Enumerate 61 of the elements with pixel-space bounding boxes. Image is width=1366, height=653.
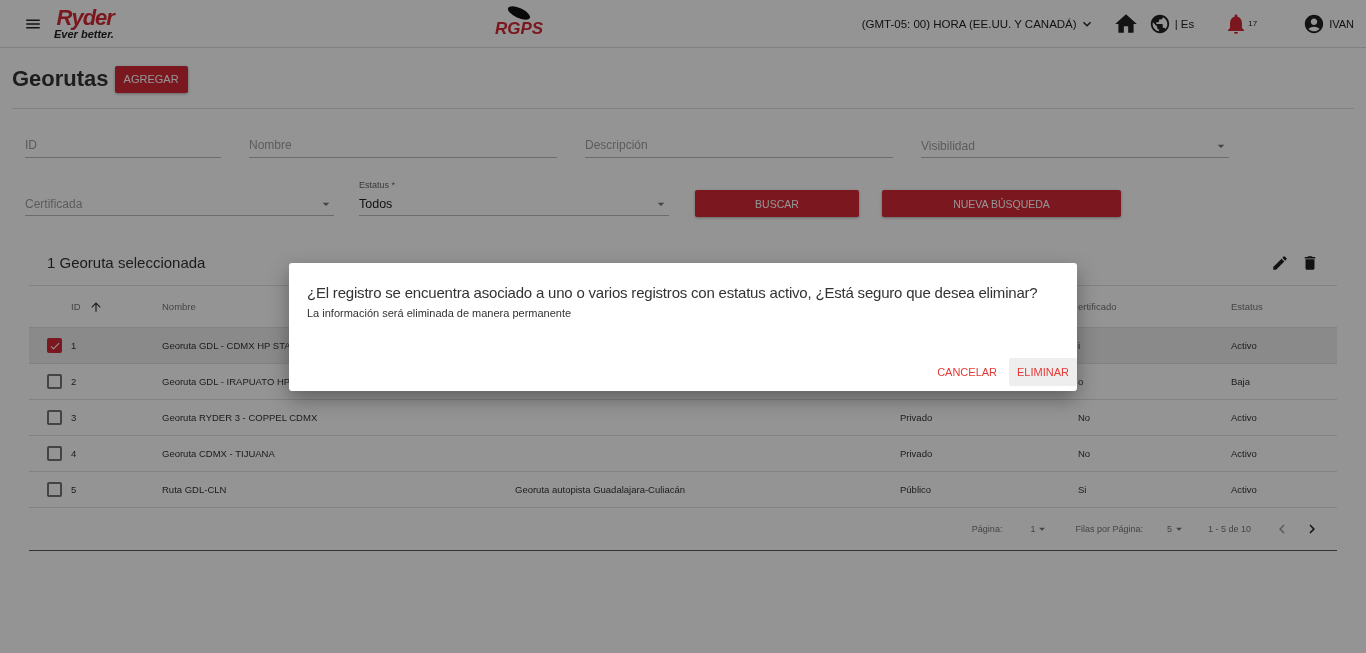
table-cell: Activo <box>1231 412 1257 423</box>
search-button[interactable]: BUSCAR <box>695 190 859 217</box>
certified-select[interactable]: Certificada <box>25 192 334 216</box>
visibility-select[interactable]: Visibilidad <box>921 137 1229 158</box>
dialog-message: La información será eliminada de manera permanente <box>307 307 573 319</box>
row-checkbox[interactable] <box>47 446 62 461</box>
table-cell: Baja <box>1231 376 1250 387</box>
table-cell: 5 <box>71 484 77 495</box>
table-cell: Ruta GDL-CLN <box>162 484 227 495</box>
new-search-button[interactable]: NUEVA BÚSQUEDA <box>882 190 1121 217</box>
page-title: Georutas <box>12 66 109 92</box>
input-field[interactable]: Descripción <box>585 137 893 158</box>
selection-count: 1 Georuta seleccionada <box>47 254 206 271</box>
rows-label: Filas por Página: <box>1075 524 1143 534</box>
range-label: 1 - 5 de 10 <box>1207 524 1251 534</box>
table-cell: 2 <box>71 376 77 387</box>
row-checkbox[interactable] <box>47 374 62 389</box>
row-checkbox[interactable] <box>47 482 62 497</box>
table-cell: Si <box>1078 484 1087 495</box>
table-cell: Georuta GDL - CDMX HP STA <box>162 340 291 351</box>
row-checkbox[interactable] <box>47 338 62 353</box>
page-label: Página: <box>971 524 1003 534</box>
table-cell: Privado <box>900 412 933 423</box>
column-header[interactable]: ID <box>71 301 81 312</box>
table-cell: 4 <box>71 448 77 459</box>
page-select[interactable]: 1 <box>1030 522 1050 536</box>
delete-button[interactable]: ELIMINAR <box>1009 358 1077 386</box>
table-cell: Georuta GDL - IRAPUATO HP <box>162 376 291 387</box>
table-cell: Público <box>900 484 932 495</box>
table-cell: Georuta CDMX - TIJUANA <box>162 448 275 459</box>
table-cell: o <box>1078 376 1084 387</box>
language-label: | Es <box>1174 17 1195 30</box>
timezone-dropdown[interactable]: (GMT-05: 00) HORA (EE.UU. Y CANADÁ) <box>861 15 1095 32</box>
table-cell: No <box>1078 448 1091 459</box>
input-field[interactable]: ID <box>25 137 221 158</box>
row-checkbox[interactable] <box>47 410 62 425</box>
cancel-button[interactable]: CANCELAR <box>929 358 1006 386</box>
user-menu[interactable]: IVAN <box>1303 12 1354 35</box>
user-icon <box>1303 12 1326 35</box>
table-cell: 3 <box>71 412 77 423</box>
table-cell: Privado <box>900 448 933 459</box>
table-cell: Activo <box>1231 448 1257 459</box>
table-cell: 1 <box>71 340 77 351</box>
company-logo: Ryder Ever better. <box>54 7 114 40</box>
status-select[interactable]: Estatus * Todos <box>359 180 669 216</box>
globe-icon[interactable] <box>1148 12 1171 35</box>
edit-icon[interactable] <box>1271 253 1289 272</box>
table-cell: Activo <box>1231 484 1257 495</box>
input-field[interactable]: Nombre <box>249 137 557 158</box>
column-header: Estatus <box>1231 301 1263 312</box>
dialog-title: ¿El registro se encuentra asociado a uno o varios registros con estatus activo, ¿Está seguro que desea eliminar? <box>307 284 1038 301</box>
column-header: ertificado <box>1078 301 1117 312</box>
table-cell: Georuta RYDER 3 - COPPEL CDMX <box>162 412 318 423</box>
rows-select[interactable]: 5 <box>1166 522 1186 536</box>
table-cell: Activo <box>1231 340 1257 351</box>
table-cell: Georuta autopista Guadalajara-Culiacán <box>515 484 686 495</box>
column-header[interactable]: Nombre <box>162 301 196 312</box>
notification-count: 17 <box>1248 19 1258 28</box>
table-cell: No <box>1078 412 1091 423</box>
app-logo: RGPS <box>495 6 544 37</box>
add-button[interactable]: AGREGAR <box>114 65 188 93</box>
